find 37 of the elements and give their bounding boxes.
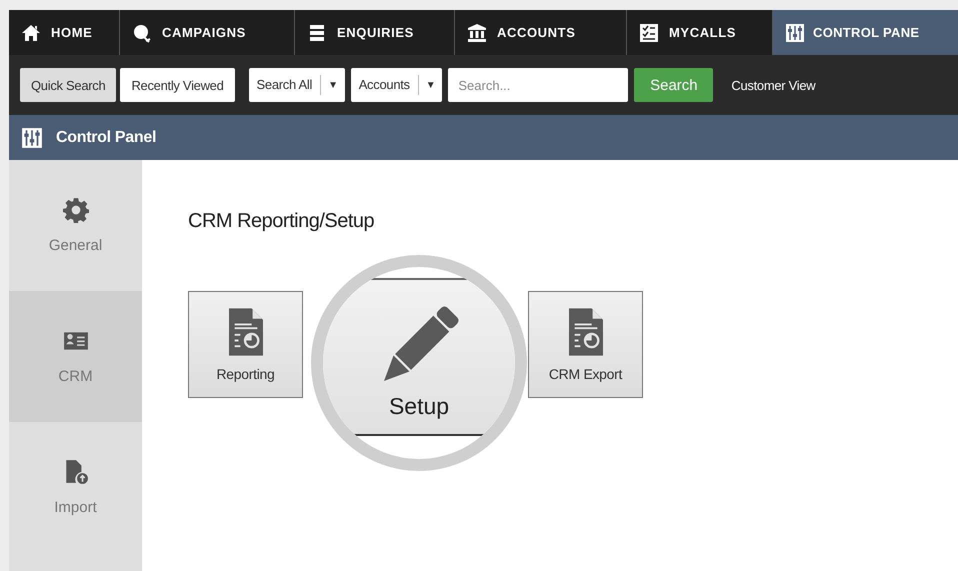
tile-label: Reporting [216, 366, 274, 382]
tile-button[interactable]: Reporting [188, 291, 303, 398]
tile-label: CRM Export [548, 366, 622, 382]
sidebar-item-label: CRM [58, 368, 93, 385]
report-icon [228, 308, 262, 356]
gear-icon [62, 197, 88, 223]
nav-tab-label: ACCOUNTS [497, 25, 576, 40]
sliders-icon [21, 126, 43, 148]
tile-button[interactable]: Setup [323, 278, 515, 436]
search-mode-tab[interactable]: Quick Search [20, 68, 116, 102]
section-title: CRM Reporting/Setup [188, 210, 376, 233]
report-icon [568, 308, 602, 356]
sidebar-item-label: General [48, 237, 102, 254]
bank-icon [467, 22, 487, 42]
list-icon [307, 22, 327, 42]
nav-tab-label: MYCALLS [669, 25, 736, 40]
tile-button[interactable]: CRM Export [528, 291, 643, 398]
checklist-icon [639, 22, 659, 42]
nav-tab-label: CAMPAIGNS [162, 25, 246, 40]
nav-tab-label: CONTROL PANE [813, 25, 920, 40]
sliders-icon [785, 22, 805, 42]
dropdown-value: Accounts [350, 75, 419, 95]
nav-tab-label: ENQUIRIES [337, 25, 414, 40]
tile-label: Setup [388, 393, 450, 420]
customer-view-link[interactable]: Customer View [731, 78, 816, 92]
sidebar-item-label: Import [54, 499, 97, 516]
nav-tab[interactable]: CONTROL PANE [773, 10, 958, 55]
dropdown[interactable]: Accounts ▼ [350, 68, 442, 102]
house-icon [21, 22, 41, 42]
nav-tab-label: HOME [51, 25, 92, 40]
dropdown-arrow: ▼ [327, 80, 339, 90]
search-mode-tab[interactable]: Recently Viewed [120, 68, 235, 102]
dropdown[interactable]: Search All ▼ [248, 68, 345, 102]
search-field[interactable]: Search... [448, 68, 628, 102]
header-title: Control Panel [56, 128, 156, 146]
dropdown-arrow: ▼ [424, 80, 436, 90]
dropdown-value: Search All [248, 75, 322, 95]
